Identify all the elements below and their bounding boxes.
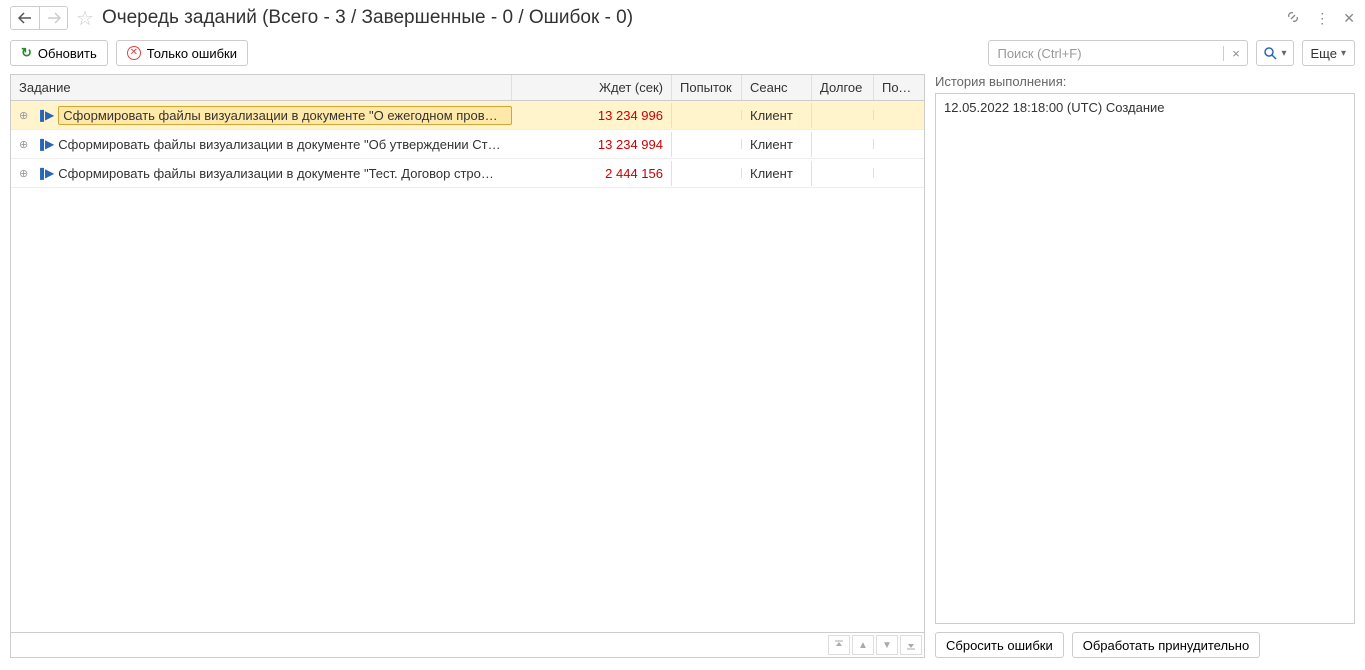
nav-up-button[interactable]: ▲ — [852, 635, 874, 655]
table-nav: ▲ ▼ — [10, 633, 925, 658]
status-icon: ❚▶ — [37, 137, 52, 151]
expand-icon[interactable]: ⊕ — [19, 109, 31, 122]
session-cell: Клиент — [742, 103, 812, 128]
status-icon: ❚▶ — [37, 108, 52, 122]
search-input[interactable] — [989, 46, 1223, 61]
table-row[interactable]: ⊕ ❚▶ Сформировать файлы визуализации в док… — [11, 130, 924, 159]
history-box[interactable]: 12.05.2022 18:18:00 (UTC) Создание — [935, 93, 1355, 624]
table-row[interactable]: ⊕ ❚▶ Сформировать файлы визуализации в док… — [11, 159, 924, 188]
nav-first-button[interactable] — [828, 635, 850, 655]
history-label: История выполнения: — [935, 74, 1355, 89]
session-cell: Клиент — [742, 161, 812, 186]
task-text: Сформировать файлы визуализации в докуме… — [58, 106, 512, 125]
refresh-label: Обновить — [38, 46, 97, 61]
attempts-cell — [672, 168, 742, 178]
search-clear-button[interactable]: × — [1223, 46, 1247, 61]
more-button[interactable]: Еще ▾ — [1302, 40, 1355, 66]
expand-icon[interactable]: ⊕ — [19, 167, 31, 180]
attempts-cell — [672, 139, 742, 149]
search-button[interactable]: ▾ — [1256, 40, 1293, 66]
task-text: Сформировать файлы визуализации в докуме… — [58, 166, 512, 181]
more-label: Еще — [1311, 46, 1337, 61]
session-cell: Клиент — [742, 132, 812, 157]
thread-cell — [874, 139, 924, 149]
search-icon — [1263, 46, 1277, 60]
status-icon: ❚▶ — [37, 166, 52, 180]
page-title: Очередь заданий (Всего - 3 / Завершенные… — [102, 7, 633, 29]
attempts-cell — [672, 110, 742, 120]
col-attempts[interactable]: Попыток — [672, 75, 742, 100]
thread-cell — [874, 110, 924, 120]
history-entry: 12.05.2022 18:18:00 (UTC) Создание — [944, 100, 1346, 115]
kebab-menu-icon[interactable]: ⋮ — [1315, 10, 1329, 27]
table-row[interactable]: ⊕ ❚▶ Сформировать файлы визуализации в док… — [11, 101, 924, 130]
link-icon[interactable] — [1285, 9, 1301, 28]
favorite-star-icon[interactable]: ☆ — [76, 6, 94, 31]
long-cell — [812, 110, 874, 120]
long-cell — [812, 139, 874, 149]
nav-back-button[interactable] — [11, 7, 39, 29]
error-icon: ✕ — [127, 46, 141, 60]
errors-only-button[interactable]: ✕ Только ошибки — [116, 40, 248, 66]
refresh-button[interactable]: ↻ Обновить — [10, 40, 108, 66]
wait-value: 13 234 996 — [598, 108, 663, 123]
close-icon[interactable]: ✕ — [1343, 10, 1355, 27]
long-cell — [812, 168, 874, 178]
task-text: Сформировать файлы визуализации в докуме… — [58, 137, 512, 152]
col-thread[interactable]: Поток — [874, 75, 924, 100]
table-header: Задание Ждет (сек) Попыток Сеанс Долгое … — [11, 75, 924, 101]
col-wait[interactable]: Ждет (сек) — [512, 75, 672, 100]
thread-cell — [874, 168, 924, 178]
chevron-down-icon: ▾ — [1281, 48, 1286, 59]
col-session[interactable]: Сеанс — [742, 75, 812, 100]
refresh-icon: ↻ — [21, 45, 32, 61]
wait-value: 13 234 994 — [598, 137, 663, 152]
nav-last-button[interactable] — [900, 635, 922, 655]
reset-errors-button[interactable]: Сбросить ошибки — [935, 632, 1064, 658]
force-process-button[interactable]: Обработать принудительно — [1072, 632, 1261, 658]
chevron-down-icon: ▾ — [1341, 48, 1346, 59]
nav-forward-button — [39, 7, 67, 29]
col-task[interactable]: Задание — [11, 75, 512, 100]
errors-only-label: Только ошибки — [147, 46, 237, 61]
nav-down-button[interactable]: ▼ — [876, 635, 898, 655]
wait-value: 2 444 156 — [605, 166, 663, 181]
expand-icon[interactable]: ⊕ — [19, 138, 31, 151]
col-long[interactable]: Долгое — [812, 75, 874, 100]
